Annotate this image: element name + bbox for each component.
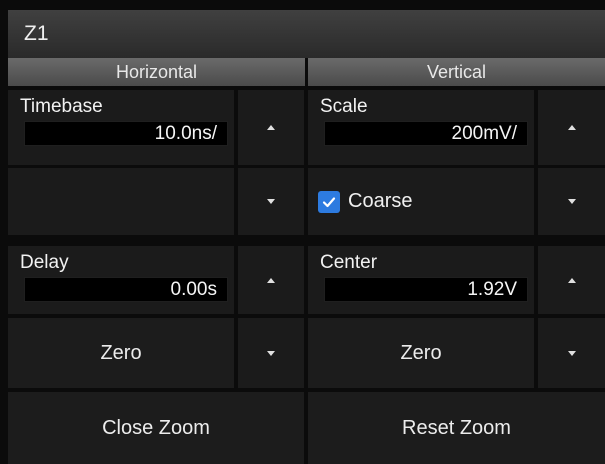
delay-value[interactable]: 0.00s bbox=[24, 277, 228, 302]
title-bar: Z1 bbox=[8, 10, 605, 58]
arrow-down-icon bbox=[567, 350, 576, 356]
reset-zoom-button[interactable]: Reset Zoom bbox=[308, 392, 605, 464]
center-zero-button[interactable]: Zero bbox=[308, 318, 534, 388]
coarse-checkbox[interactable] bbox=[318, 190, 340, 213]
delay-zero-button[interactable]: Zero bbox=[8, 318, 234, 388]
column-headers: Horizontal Vertical bbox=[8, 58, 605, 86]
delay-up-button[interactable] bbox=[238, 246, 304, 314]
arrow-up-icon bbox=[567, 125, 576, 130]
scale-value[interactable]: 200mV/ bbox=[324, 121, 528, 146]
delay-label: Delay bbox=[20, 252, 69, 273]
timebase-spacer bbox=[8, 168, 234, 235]
scale-label: Scale bbox=[320, 96, 368, 117]
scale-up-button[interactable] bbox=[538, 90, 605, 165]
arrow-up-icon bbox=[567, 277, 576, 283]
arrow-down-icon bbox=[267, 199, 275, 204]
window-title: Z1 bbox=[24, 22, 49, 45]
timebase-control[interactable]: Timebase 10.0ns/ bbox=[8, 90, 234, 165]
check-icon bbox=[322, 196, 336, 207]
close-zoom-button[interactable]: Close Zoom bbox=[8, 392, 304, 464]
center-control[interactable]: Center 1.92V bbox=[308, 246, 534, 314]
arrow-up-icon bbox=[267, 125, 275, 130]
timebase-up-button[interactable] bbox=[238, 90, 304, 165]
horizontal-header: Horizontal bbox=[8, 58, 305, 86]
center-down-button[interactable] bbox=[538, 318, 605, 388]
coarse-cell: Coarse bbox=[308, 168, 534, 235]
coarse-label: Coarse bbox=[348, 190, 413, 212]
scale-down-button[interactable] bbox=[538, 168, 605, 235]
coarse-checkbox-row[interactable]: Coarse bbox=[318, 190, 412, 213]
arrow-up-icon bbox=[267, 277, 275, 283]
timebase-value[interactable]: 10.0ns/ bbox=[24, 121, 228, 146]
center-label: Center bbox=[320, 252, 378, 273]
delay-down-button[interactable] bbox=[238, 318, 304, 388]
center-value[interactable]: 1.92V bbox=[324, 277, 528, 302]
delay-control[interactable]: Delay 0.00s bbox=[8, 246, 234, 314]
center-up-button[interactable] bbox=[538, 246, 605, 314]
vertical-header: Vertical bbox=[308, 58, 605, 86]
arrow-down-icon bbox=[567, 199, 576, 204]
zoom-panel: Z1 Horizontal Vertical Timebase 10.0ns/ … bbox=[0, 0, 605, 464]
timebase-label: Timebase bbox=[20, 96, 103, 117]
timebase-down-button[interactable] bbox=[238, 168, 304, 235]
scale-control[interactable]: Scale 200mV/ bbox=[308, 90, 534, 165]
arrow-down-icon bbox=[267, 350, 275, 356]
